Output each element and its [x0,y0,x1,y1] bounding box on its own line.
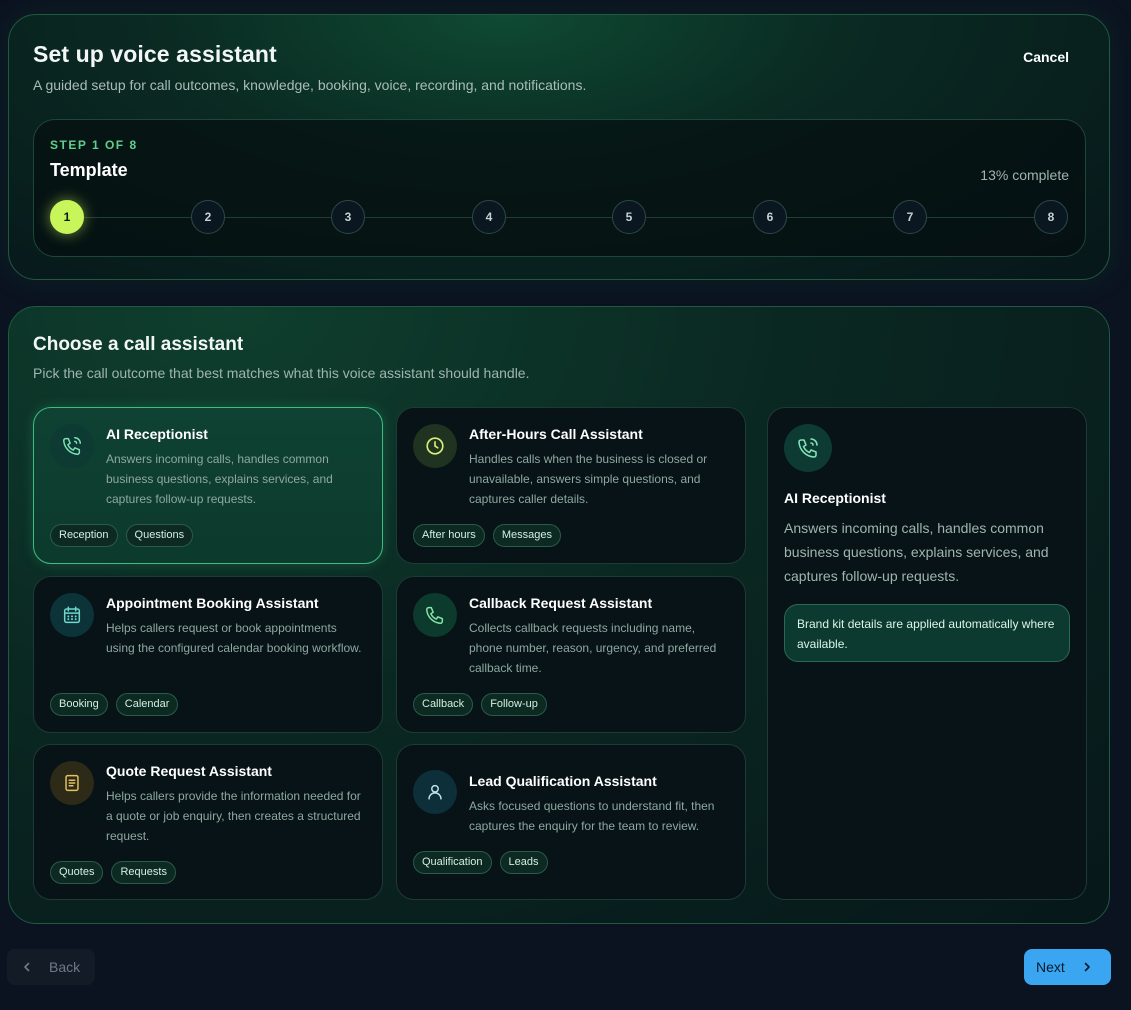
tag: Callback [413,693,474,716]
option-lead-qualification-assistant[interactable]: Lead Qualification Assistant Asks focuse… [396,744,746,900]
assistant-chooser-card: Choose a call assistant Pick the call ou… [8,306,1110,924]
phone-call-icon [50,424,94,468]
option-description: Helps callers request or book appointmen… [106,621,362,655]
tag: Requests [111,861,176,884]
option-tags: Reception Questions [50,524,194,547]
option-description: Asks focused questions to understand fit… [469,799,715,833]
step-dot-3[interactable]: 3 [331,200,365,234]
tag: Quotes [50,861,104,884]
option-description: Collects callback requests including nam… [469,621,717,675]
option-description: Handles calls when the business is close… [469,452,708,506]
brand-kit-note: Brand kit details are applied automatica… [784,604,1070,662]
option-title: Callback Request Assistant [469,595,653,611]
phone-call-icon [784,424,832,472]
phone-icon [413,593,457,637]
next-button[interactable]: Next [1024,949,1111,985]
option-appointment-booking-assistant[interactable]: Appointment Booking Assistant Helps call… [33,576,383,733]
tag: Messages [492,524,561,547]
chevron-right-icon [1084,962,1090,972]
option-tags: Quotes Requests [50,861,176,884]
option-title: After-Hours Call Assistant [469,426,643,442]
option-quote-request-assistant[interactable]: Quote Request Assistant Helps callers pr… [33,744,383,900]
tag: Booking [50,693,108,716]
stepper-panel: STEP 1 OF 8 Template 13% complete 1 2 3 … [33,119,1086,257]
tag: After hours [413,524,485,547]
option-tags: After hours Messages [413,524,561,547]
step-dot-7[interactable]: 7 [893,200,927,234]
option-callback-request-assistant[interactable]: Callback Request Assistant Collects call… [396,576,746,733]
calendar-icon [50,593,94,637]
section-title: Choose a call assistant [33,334,244,355]
progress-text: 13% complete [980,167,1069,183]
back-button[interactable]: Back [7,949,95,985]
step-dot-6[interactable]: 6 [753,200,787,234]
page-title: Set up voice assistant [33,41,277,67]
page-subtitle: A guided setup for call outcomes, knowle… [33,77,587,93]
step-dot-4[interactable]: 4 [472,200,506,234]
option-description: Answers incoming calls, handles common b… [106,452,333,506]
next-label: Next [1036,959,1065,975]
user-icon [413,770,457,814]
option-tags: Booking Calendar [50,693,179,716]
option-title: Lead Qualification Assistant [469,773,657,789]
option-tags: Callback Follow-up [413,693,547,716]
wizard-header-card: Set up voice assistant A guided setup fo… [8,14,1110,280]
tag: Reception [50,524,118,547]
option-ai-receptionist[interactable]: AI Receptionist Answers incoming calls, … [33,407,383,564]
tag: Leads [499,851,548,874]
cancel-button[interactable]: Cancel [1023,49,1069,65]
chevron-left-icon [24,962,30,972]
step-dot-8[interactable]: 8 [1034,200,1068,234]
step-counter: STEP 1 OF 8 [50,138,138,152]
detail-title: AI Receptionist [784,490,886,506]
option-title: Quote Request Assistant [106,763,272,779]
option-title: AI Receptionist [106,426,208,442]
option-tags: Qualification Leads [413,851,548,874]
document-icon [50,761,94,805]
detail-description: Answers incoming calls, handles common b… [784,520,1049,584]
option-description: Helps callers provide the information ne… [106,789,361,843]
tag: Calendar [115,693,179,716]
section-subtitle: Pick the call outcome that best matches … [33,365,530,381]
option-after-hours-assistant[interactable]: After-Hours Call Assistant Handles calls… [396,407,746,564]
option-title: Appointment Booking Assistant [106,595,319,611]
clock-icon [413,424,457,468]
step-name: Template [50,160,128,180]
setup-wizard-page: Set up voice assistant A guided setup fo… [0,0,1131,1010]
step-dot-1[interactable]: 1 [50,200,84,234]
tag: Qualification [413,851,492,874]
step-dot-2[interactable]: 2 [191,200,225,234]
back-label: Back [49,959,81,975]
selected-assistant-detail: AI Receptionist Answers incoming calls, … [767,407,1087,900]
tag: Follow-up [481,693,547,716]
step-dot-5[interactable]: 5 [612,200,646,234]
tag: Questions [125,524,194,547]
